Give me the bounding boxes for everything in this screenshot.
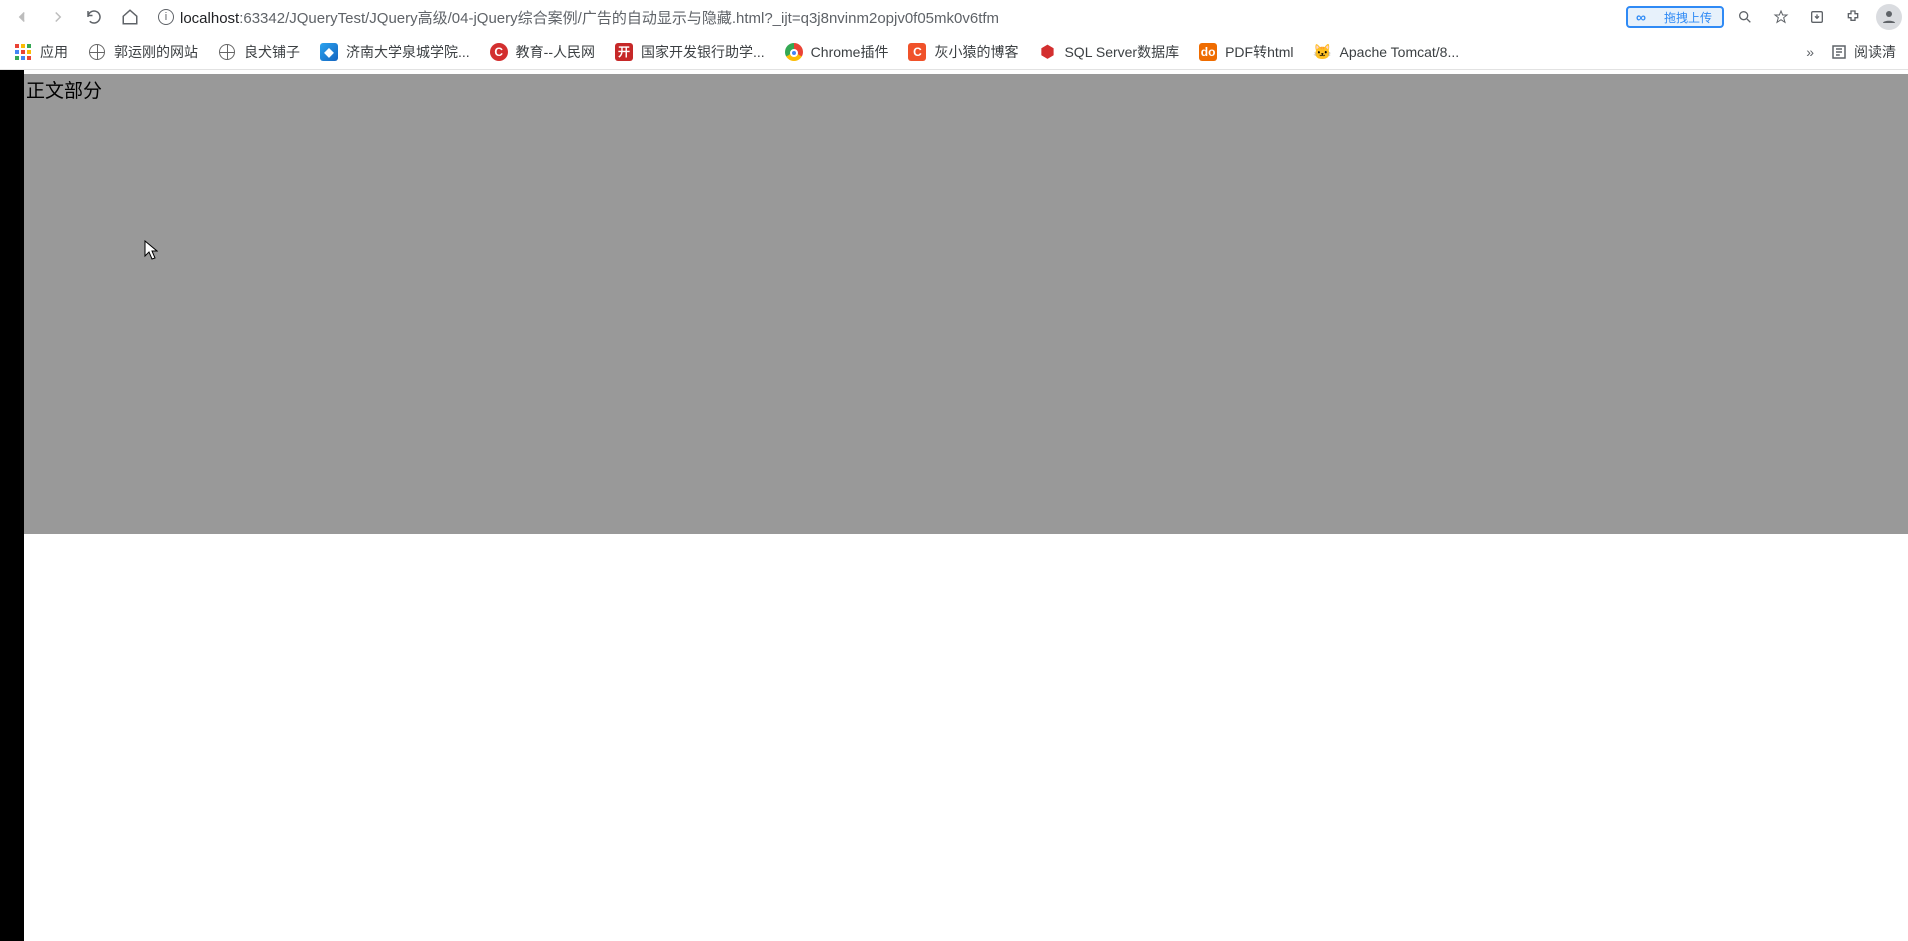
red-square-icon: 开 bbox=[615, 43, 633, 61]
profile-avatar[interactable] bbox=[1876, 4, 1902, 30]
url-path: :63342/JQueryTest/JQuery高级/04-jQuery综合案例… bbox=[239, 10, 999, 27]
red-circle-icon: C bbox=[490, 43, 508, 61]
bookmark-label: Apache Tomcat/8... bbox=[1340, 44, 1460, 60]
address-bar[interactable]: i localhost:63342/JQueryTest/JQuery高级/04… bbox=[150, 3, 1618, 31]
zoom-icon bbox=[1737, 9, 1753, 25]
globe-icon bbox=[88, 43, 106, 61]
bookmark-item[interactable]: ⬢ SQL Server数据库 bbox=[1030, 38, 1187, 66]
url-host: localhost bbox=[180, 10, 239, 27]
reading-list-label: 阅读清 bbox=[1854, 42, 1896, 62]
install-button[interactable] bbox=[1800, 3, 1834, 31]
content-body: 正文部分 bbox=[24, 74, 1908, 534]
upload-button[interactable]: ∞ 拖拽上传 bbox=[1626, 6, 1724, 28]
bookmark-item[interactable]: 开国家开发银行助学... bbox=[607, 38, 773, 66]
back-button[interactable] bbox=[6, 3, 38, 31]
bookmark-item[interactable]: Chrome插件 bbox=[777, 38, 897, 66]
puzzle-icon bbox=[1845, 9, 1861, 25]
bookmark-label: 教育--人民网 bbox=[516, 42, 595, 62]
reload-button[interactable] bbox=[78, 3, 110, 31]
star-icon bbox=[1773, 9, 1789, 25]
sqlserver-icon: ⬢ bbox=[1038, 43, 1056, 61]
bookmarks-overflow[interactable]: » bbox=[1800, 40, 1820, 64]
forward-button[interactable] bbox=[42, 3, 74, 31]
bookmark-star-button[interactable] bbox=[1764, 3, 1798, 31]
csdn-icon: C bbox=[908, 43, 926, 61]
browser-nav-bar: i localhost:63342/JQueryTest/JQuery高级/04… bbox=[0, 0, 1908, 34]
upload-label: 拖拽上传 bbox=[1654, 9, 1722, 26]
bookmark-item[interactable]: 良犬铺子 bbox=[210, 38, 308, 66]
bookmark-item[interactable]: 郭运刚的网站 bbox=[80, 38, 206, 66]
bookmark-item[interactable]: do PDF转html bbox=[1191, 38, 1301, 66]
arrow-right-icon bbox=[49, 8, 67, 26]
bookmark-label: 灰小猿的博客 bbox=[934, 42, 1018, 62]
bookmark-item[interactable]: C 灰小猿的博客 bbox=[900, 38, 1026, 66]
bookmark-label: 良犬铺子 bbox=[244, 42, 300, 62]
globe-icon bbox=[218, 43, 236, 61]
bookmark-item[interactable]: 🐱 Apache Tomcat/8... bbox=[1306, 39, 1468, 65]
reading-list-icon bbox=[1830, 43, 1848, 61]
home-button[interactable] bbox=[114, 3, 146, 31]
bookmark-label: Chrome插件 bbox=[811, 42, 889, 62]
bookmark-item[interactable]: C 教育--人民网 bbox=[482, 38, 603, 66]
bookmark-label: 济南大学泉城学院... bbox=[346, 42, 470, 62]
toolbar-right bbox=[1728, 3, 1902, 31]
apps-icon bbox=[14, 43, 32, 61]
left-margin-strip bbox=[0, 70, 24, 941]
reload-icon bbox=[85, 8, 103, 26]
tomcat-icon: 🐱 bbox=[1314, 43, 1332, 61]
arrow-left-icon bbox=[13, 8, 31, 26]
pdf-icon: do bbox=[1199, 43, 1217, 61]
reading-list-button[interactable]: 阅读清 bbox=[1824, 38, 1902, 66]
bookmark-label: 郭运刚的网站 bbox=[114, 42, 198, 62]
install-icon bbox=[1809, 9, 1825, 25]
bookmark-label: 国家开发银行助学... bbox=[641, 42, 765, 62]
chrome-icon bbox=[785, 43, 803, 61]
bookmark-label: 应用 bbox=[40, 42, 68, 62]
bookmark-item[interactable]: 应用 bbox=[6, 38, 76, 66]
zoom-button[interactable] bbox=[1728, 3, 1762, 31]
cube-icon: ◆ bbox=[320, 43, 338, 61]
site-info-icon[interactable]: i bbox=[158, 9, 174, 25]
body-text: 正文部分 bbox=[26, 81, 102, 102]
bookmark-label: SQL Server数据库 bbox=[1064, 42, 1179, 62]
bookmarks-bar: 应用郭运刚的网站良犬铺子◆济南大学泉城学院...C教育--人民网开国家开发银行助… bbox=[0, 34, 1908, 70]
home-icon bbox=[121, 8, 139, 26]
page-viewport: 正文部分 bbox=[0, 70, 1908, 941]
bookmark-label: PDF转html bbox=[1225, 42, 1293, 62]
bookmark-item[interactable]: ◆ 济南大学泉城学院... bbox=[312, 38, 478, 66]
person-icon bbox=[1880, 8, 1898, 26]
extensions-button[interactable] bbox=[1836, 3, 1870, 31]
link-icon: ∞ bbox=[1628, 8, 1654, 26]
